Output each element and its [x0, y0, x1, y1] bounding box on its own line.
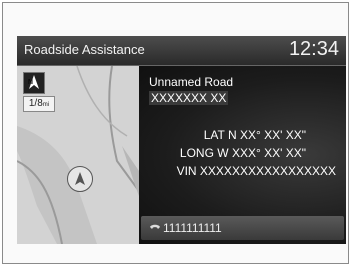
scale-value: 1/8 [28, 98, 43, 109]
vin-value: XXXXXXXXXXXXXXXXX [199, 164, 336, 178]
screen-title: Roadside Assistance [24, 42, 145, 57]
call-button[interactable]: 1111111111 [141, 216, 344, 240]
latitude-label: LAT [203, 128, 225, 142]
title-bar: Roadside Assistance 12:34 [17, 36, 346, 66]
road-detail: XXXXXXX XX [149, 91, 229, 105]
compass-glyph: N [28, 75, 39, 89]
vehicle-arrow [75, 172, 85, 185]
road-name: Unnamed Road [149, 75, 234, 89]
map-scale: 1/8mi [23, 96, 55, 112]
longitude-row: LONG W XXX° XX' XX" [180, 146, 306, 160]
map-view[interactable]: N 1/8mi [17, 66, 139, 244]
location-panel: Unnamed Road XXXXXXX XX LAT N XX° XX' XX… [139, 66, 346, 244]
latitude-row: LAT N XX° XX' XX" [204, 128, 306, 142]
latitude-value: N XX° XX' XX" [227, 128, 306, 142]
svg-text:N: N [28, 79, 33, 86]
phone-number: 1111111111 [163, 221, 222, 235]
longitude-label: LONG [179, 146, 214, 160]
vehicle-position-icon [67, 166, 93, 192]
vin-label: VIN [176, 164, 197, 178]
north-up-icon[interactable]: N [23, 72, 45, 94]
navigation-screen: Roadside Assistance 12:34 N 1/8mi Unname… [17, 36, 346, 244]
longitude-value: W XXX° XX' XX" [217, 146, 306, 160]
handset-glyph [150, 224, 160, 229]
phone-handset-icon [148, 221, 162, 235]
figure-frame: Roadside Assistance 12:34 N 1/8mi Unname… [2, 2, 349, 264]
clock: 12:34 [288, 38, 339, 60]
vin-row: VIN XXXXXXXXXXXXXXXXX [177, 164, 336, 178]
scale-unit: mi [42, 102, 50, 108]
